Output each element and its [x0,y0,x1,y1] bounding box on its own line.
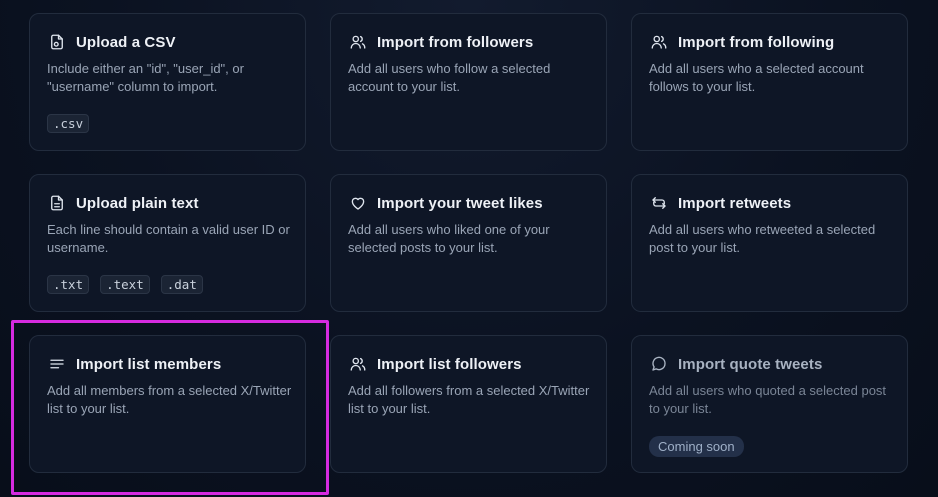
card-title: Import list members [76,355,222,373]
card-description: Add all users who follow a selected acco… [348,61,551,94]
card-title: Import from followers [377,33,534,51]
users-icon [348,354,368,374]
import-card-retweets[interactable]: Import retweets Add all users who retwee… [631,174,908,312]
retweet-icon [649,193,669,213]
import-card-tweet-likes[interactable]: Import your tweet likes Add all users wh… [330,174,607,312]
card-title: Import your tweet likes [377,194,543,212]
coming-soon-badge: Coming soon [649,436,744,457]
csv-file-icon [47,32,67,52]
message-circle-icon [649,354,669,374]
card-title: Import retweets [678,194,792,212]
card-description: Add all members from a selected X/Twitte… [47,383,292,416]
card-description: Include either an "id", "user_id", or "u… [47,61,244,94]
import-card-followers[interactable]: Import from followers Add all users who … [330,13,607,151]
users-icon [649,32,669,52]
card-description: Each line should contain a valid user ID… [47,222,290,255]
list-icon [47,354,67,374]
import-card-quote-tweets: Import quote tweets Add all users who qu… [631,335,908,473]
card-title: Import quote tweets [678,355,823,373]
card-title: Import from following [678,33,835,51]
import-card-list-members[interactable]: Import list members Add all members from… [29,335,306,473]
file-extension-tag: .dat [160,275,203,294]
card-description: Add all users who liked one of your sele… [348,222,550,255]
import-card-following[interactable]: Import from following Add all users who … [631,13,908,151]
heart-icon [348,193,368,213]
file-extension-tag: .text [100,275,150,294]
users-icon [348,32,368,52]
import-card-plain-text[interactable]: Upload plain text Each line should conta… [29,174,306,312]
card-description: Add all users who a selected account fol… [649,61,864,94]
card-description: Add all followers from a selected X/Twit… [348,383,590,416]
file-extension-tag: .csv [47,114,90,133]
file-extension-tag: .txt [47,275,90,294]
import-card-csv[interactable]: Upload a CSV Include either an "id", "us… [29,13,306,151]
card-title: Upload a CSV [76,33,176,51]
import-card-list-followers[interactable]: Import list followers Add all followers … [330,335,607,473]
card-title: Import list followers [377,355,522,373]
text-file-icon [47,193,67,213]
card-description: Add all users who quoted a selected post… [649,383,887,416]
card-description: Add all users who retweeted a selected p… [649,222,876,255]
card-title: Upload plain text [76,194,199,212]
